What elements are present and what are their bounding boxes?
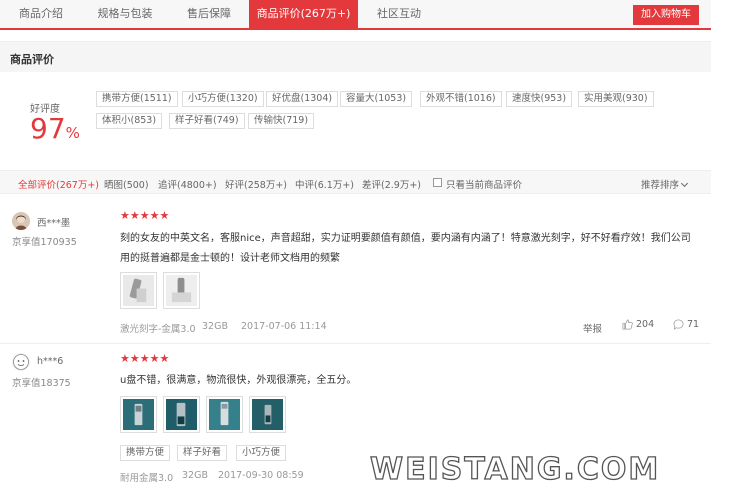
tab-product-intro[interactable]: 商品介绍 [6, 0, 76, 28]
comment-icon [673, 319, 684, 330]
review-user-level: 京享值170935 [12, 237, 77, 248]
filter-pics[interactable]: 晒图(500) [104, 177, 149, 191]
review-capacity: 32GB [182, 470, 208, 481]
review-photo[interactable] [120, 272, 157, 309]
impression-tag[interactable]: 速度快(953) [506, 91, 573, 107]
filter-current-only-label[interactable]: 只看当前商品评价 [446, 177, 522, 191]
review-user-level: 京享值18375 [12, 378, 71, 389]
chevron-down-icon [680, 179, 689, 188]
review-date: 2017-07-06 11:14 [241, 321, 327, 332]
impression-tag[interactable]: 实用美观(930) [578, 91, 654, 107]
filter-bad[interactable]: 差评(2.9万+) [362, 177, 421, 191]
filter-all[interactable]: 全部评价(267万+) [18, 177, 99, 191]
impression-tag[interactable]: 外观不错(1016) [420, 91, 502, 107]
review-photo[interactable] [163, 272, 200, 309]
section-title: 商品评价 [10, 53, 54, 66]
review-tag: 样子好看 [177, 445, 228, 461]
rating-stars: ★★★★★ [120, 209, 170, 222]
tab-community[interactable]: 社区互动 [364, 0, 434, 28]
report-link[interactable]: 举报 [583, 321, 602, 335]
impression-tag[interactable]: 传输快(719) [248, 113, 315, 129]
rating-unit: % [65, 124, 80, 142]
avatar [12, 212, 30, 230]
filter-followup[interactable]: 追评(4800+) [158, 177, 217, 191]
thumbs-up-icon [622, 319, 633, 330]
review-user-name: 西***墨 [37, 218, 71, 229]
product-tab-bar: 商品介绍 规格与包装 售后保障 商品评价(267万+) 社区互动 加入购物车 [0, 0, 711, 30]
impression-tag[interactable]: 样子好看(749) [169, 113, 245, 129]
tab-specs[interactable]: 规格与包装 [86, 0, 164, 28]
add-to-cart-button[interactable]: 加入购物车 [633, 5, 699, 25]
watermark: WEISTANG.COM [369, 451, 661, 487]
review-photo[interactable] [206, 396, 243, 433]
review-text: 刻的女友的中英文名，客服nice，声音超甜，实力证明要颜值有颜值，要内涵有内涵了… [120, 233, 691, 264]
impression-tag[interactable]: 小巧方便(1320) [182, 91, 264, 107]
filter-neutral[interactable]: 中评(6.1万+) [295, 177, 354, 191]
comment-count: 71 [687, 319, 700, 330]
comment-button[interactable]: 71 [673, 319, 699, 330]
review-tag: 小巧方便 [236, 445, 287, 461]
review-filter-bar: 全部评价(267万+) 晒图(500) 追评(4800+) 好评(258万+) … [0, 170, 711, 194]
sort-dropdown[interactable]: 推荐排序 [641, 177, 689, 191]
review-divider [0, 343, 711, 344]
review-photo[interactable] [249, 396, 286, 433]
impression-tag[interactable]: 携带方便(1511) [96, 91, 178, 107]
review-spec: 激光刻字-金属3.0 [120, 324, 196, 335]
review-photo[interactable] [163, 396, 200, 433]
rating-number: 97 [30, 112, 66, 145]
tab-after-sales[interactable]: 售后保障 [174, 0, 244, 28]
review-date: 2017-09-30 08:59 [218, 470, 304, 481]
rating-value: 97% [30, 113, 80, 149]
like-count: 204 [636, 319, 655, 330]
review-capacity: 32GB [202, 321, 228, 332]
review-user-name: h***6 [37, 356, 64, 367]
sort-label: 推荐排序 [641, 180, 680, 191]
rating-stars: ★★★★★ [120, 352, 170, 365]
review-tag: 携带方便 [120, 445, 171, 461]
impression-tag[interactable]: 容量大(1053) [340, 91, 413, 107]
review-photo[interactable] [120, 396, 157, 433]
review-text: u盘不错，很满意，物流很快，外观很漂亮，全五分。 [120, 375, 357, 386]
filter-good[interactable]: 好评(258万+) [225, 177, 287, 191]
avatar [12, 353, 30, 371]
section-header: 商品评价 [0, 41, 711, 72]
impression-tag[interactable]: 体积小(853) [96, 113, 163, 129]
current-only-checkbox[interactable] [433, 178, 442, 187]
like-button[interactable]: 204 [622, 319, 654, 330]
review-spec: 耐用金属3.0 [120, 473, 174, 484]
tab-reviews[interactable]: 商品评价(267万+) [249, 0, 358, 28]
impression-tag[interactable]: 好优盘(1304) [266, 91, 339, 107]
